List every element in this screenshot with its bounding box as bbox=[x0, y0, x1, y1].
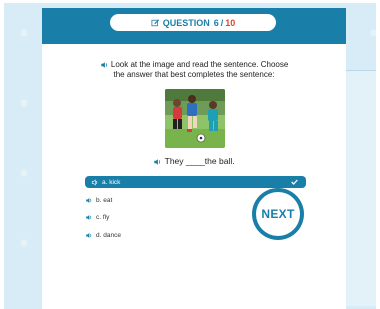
question-total: 10 bbox=[225, 17, 236, 28]
edit-icon bbox=[151, 18, 159, 26]
answer-option-label: d. dance bbox=[96, 231, 121, 239]
speaker-icon[interactable] bbox=[91, 178, 99, 186]
side-panel bbox=[342, 70, 376, 306]
speaker-icon[interactable] bbox=[85, 214, 93, 221]
answer-option-c[interactable]: c. fly bbox=[85, 211, 109, 223]
next-button-label: NEXT bbox=[256, 192, 300, 236]
instruction-line-2: the answer that best completes the sente… bbox=[113, 70, 275, 79]
instruction-line-1: Look at the image and read the sentence.… bbox=[110, 60, 289, 69]
question-current: 6 bbox=[213, 17, 219, 28]
speaker-icon[interactable] bbox=[100, 61, 109, 69]
sentence-prompt: They ____the ball. bbox=[42, 156, 346, 166]
question-label: QUESTION bbox=[162, 17, 210, 28]
answer-option-label: b. eat bbox=[96, 196, 113, 204]
answer-option-b[interactable]: b. eat bbox=[85, 194, 112, 206]
check-icon bbox=[291, 179, 298, 185]
question-counter: QUESTION 6 / 10 bbox=[110, 14, 276, 31]
speaker-icon[interactable] bbox=[85, 232, 93, 239]
answer-option-label: a. kick bbox=[102, 178, 121, 186]
instruction-text: Look at the image and read the sentence.… bbox=[42, 60, 346, 80]
speaker-icon[interactable] bbox=[153, 158, 162, 166]
next-button[interactable]: NEXT bbox=[252, 188, 304, 240]
soccer-photo bbox=[165, 89, 225, 148]
answer-option-d[interactable]: d. dance bbox=[85, 229, 121, 241]
speaker-icon[interactable] bbox=[85, 197, 93, 204]
answer-option-a[interactable]: a. kick bbox=[85, 176, 306, 188]
sentence-text: They ____the ball. bbox=[164, 156, 235, 166]
question-separator: / bbox=[220, 17, 224, 28]
answer-option-label: c. fly bbox=[96, 213, 110, 221]
